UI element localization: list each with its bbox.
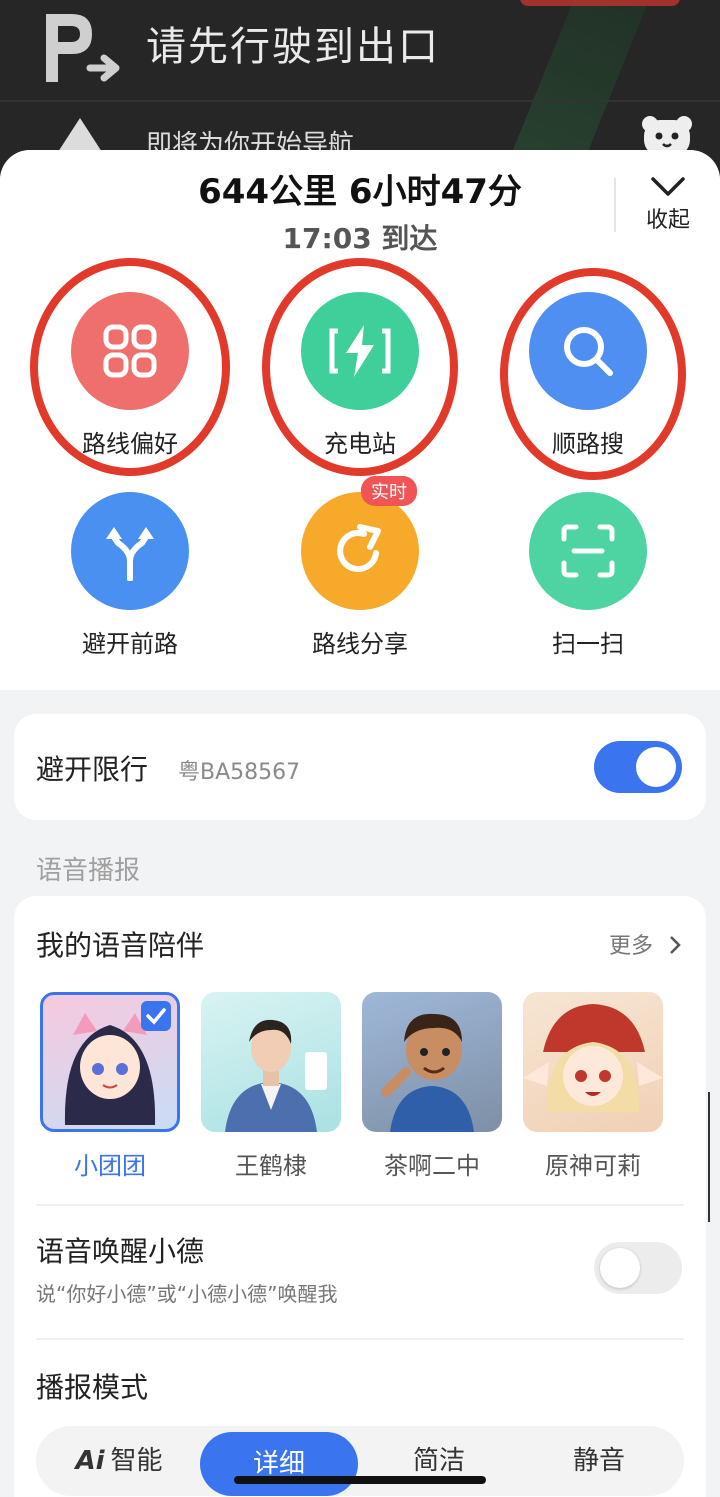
voice-avatar	[362, 992, 502, 1132]
voice-avatar	[201, 992, 341, 1132]
status-indicator	[520, 0, 680, 6]
avoid-restriction-label: 避开限行	[36, 753, 149, 786]
collapse-button[interactable]: 收起	[628, 176, 708, 234]
header-separator	[614, 178, 616, 232]
parking-exit-icon	[46, 14, 120, 82]
charging-station-button[interactable]: 充电站	[270, 292, 450, 459]
voice-item[interactable]: 原神可莉	[523, 992, 663, 1181]
mode-smart-option[interactable]: Ai 智能	[40, 1426, 198, 1496]
mode-concise-option[interactable]: 简洁	[360, 1426, 518, 1496]
chevron-right-icon	[670, 936, 681, 954]
mode-label: 简洁	[412, 1446, 465, 1476]
route-preference-circle	[71, 292, 189, 410]
mode-label: 静音	[572, 1446, 625, 1476]
header-divider	[0, 100, 720, 102]
voice-section-label: 语音播报	[36, 856, 141, 886]
chevron-down-icon	[651, 177, 685, 196]
mode-label: 详细	[252, 1449, 305, 1479]
mode-label: 智能	[110, 1446, 163, 1476]
voice-wake-toggle[interactable]	[594, 1242, 682, 1294]
charging-station-circle	[301, 292, 419, 410]
voice-item[interactable]: 王鹤棣	[201, 992, 341, 1181]
toggle-knob	[636, 747, 676, 787]
distance-duration: 644公里 6小时47分	[198, 172, 522, 212]
search-along-route-label: 顺路搜	[552, 430, 624, 458]
search-along-route-button[interactable]: 顺路搜	[498, 292, 678, 459]
list-scroll-edge	[708, 1092, 710, 1222]
voice-name: 茶啊二中	[384, 1152, 480, 1180]
voice-avatar	[523, 992, 663, 1132]
more-voices-link[interactable]: 更多	[609, 928, 682, 960]
broadcast-mode-selector: Ai 智能 详细 简洁 静音	[36, 1426, 684, 1496]
home-indicator[interactable]	[234, 1476, 486, 1484]
route-summary: 644公里 6小时47分 17:03 到达	[0, 164, 720, 257]
mode-detailed-option[interactable]: 详细	[200, 1432, 358, 1496]
charging-bolt-icon	[329, 325, 391, 377]
avoid-road-ahead-button[interactable]: 避开前路	[40, 492, 220, 659]
cartoon-boy-avatar	[381, 1013, 474, 1132]
search-along-route-circle	[529, 292, 647, 410]
voice-avatar	[40, 992, 180, 1132]
route-preference-button[interactable]: 路线偏好	[40, 292, 220, 459]
selected-check-icon	[141, 1001, 171, 1031]
scan-label: 扫一扫	[552, 630, 624, 658]
scan-icon	[561, 524, 615, 578]
route-share-button[interactable]: 实时 路线分享	[270, 476, 450, 659]
ai-logo-icon: Ai	[75, 1446, 105, 1476]
voice-name: 原神可莉	[545, 1152, 641, 1180]
search-icon	[564, 327, 613, 376]
divider	[36, 1338, 684, 1340]
voice-name: 王鹤棣	[235, 1152, 307, 1180]
direction-arrow-icon	[58, 118, 102, 152]
avoid-restriction-card: 避开限行 粤BA58567	[14, 714, 706, 820]
voice-companion-title: 我的语音陪伴	[36, 929, 205, 962]
scan-button[interactable]: 扫一扫	[498, 492, 678, 659]
collapse-label: 收起	[645, 208, 690, 233]
route-share-label: 路线分享	[312, 630, 408, 658]
voice-item[interactable]: 小团团	[40, 992, 180, 1181]
voice-wake-hint: 说“你好小德”或“小德小德”唤醒我	[36, 1282, 338, 1306]
divider	[36, 1204, 684, 1206]
scan-circle	[529, 492, 647, 610]
anime-klee-avatar	[523, 1004, 663, 1112]
voice-card: 我的语音陪伴 更多 小团团 王鹤棣 茶啊二中 原神可莉 语音唤醒小德 说“你好小…	[14, 896, 710, 1497]
avoid-restriction-toggle[interactable]	[594, 741, 682, 793]
more-label: 更多	[608, 934, 653, 959]
avoid-road-ahead-label: 避开前路	[82, 630, 178, 658]
route-share-circle: 实时	[301, 476, 419, 610]
charging-station-label: 充电站	[324, 430, 396, 458]
toggle-knob	[600, 1248, 640, 1288]
route-panel-top: 644公里 6小时47分 17:03 到达 收起 路线偏好 充电站 顺路搜 避开…	[0, 150, 720, 690]
voice-name: 小团团	[74, 1152, 146, 1180]
share-arrow-icon	[337, 524, 381, 572]
route-panel: 644公里 6小时47分 17:03 到达 收起 路线偏好 充电站 顺路搜 避开…	[0, 150, 720, 1497]
navigation-instruction: 请先行驶到出口	[146, 24, 440, 70]
license-plate[interactable]: 粤BA58567	[178, 754, 300, 786]
arrival-time: 17:03 到达	[282, 222, 438, 255]
man-portrait-avatar	[225, 1019, 327, 1132]
realtime-badge: 实时	[361, 476, 417, 506]
grid-icon	[103, 324, 157, 378]
voice-wake-title: 语音唤醒小德	[36, 1235, 205, 1268]
route-preference-label: 路线偏好	[82, 430, 178, 458]
split-arrows-icon	[106, 527, 154, 581]
avoid-road-ahead-circle	[71, 492, 189, 610]
mode-mute-option[interactable]: 静音	[520, 1426, 678, 1496]
voice-item[interactable]: 茶啊二中	[362, 992, 502, 1181]
broadcast-mode-title: 播报模式	[36, 1371, 149, 1404]
